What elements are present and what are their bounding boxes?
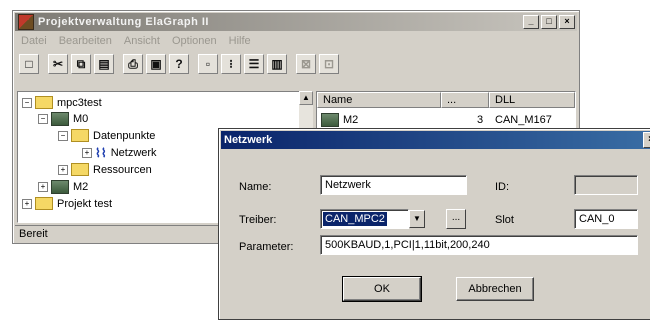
list-item-dll: CAN_M167 [495, 113, 552, 126]
print-button[interactable]: ⎙ [123, 54, 143, 74]
treiber-value: CAN_MPC2 [323, 212, 387, 226]
window-title: Projektverwaltung ElaGraph II [38, 16, 209, 28]
minimize-button[interactable]: _ [523, 15, 539, 29]
disabled-tool-2-icon: ⊡ [323, 57, 335, 71]
slot-field[interactable]: CAN_0 [574, 209, 638, 229]
menu-bar: Datei Bearbeiten Ansicht Optionen Hilfe [15, 33, 577, 49]
collapse-icon[interactable]: − [58, 130, 68, 141]
print-icon: ⎙ [128, 56, 138, 71]
help-icon: ? [175, 57, 183, 71]
copy-icon: ⧉ [76, 56, 86, 71]
large-icons-view-icon: ▫ [205, 57, 211, 71]
column-header-name[interactable]: Name [317, 92, 441, 108]
tree-item-mpc3test[interactable]: − mpc3test [22, 95, 102, 110]
treiber-label: Treiber: [239, 214, 277, 226]
tree-item-ressourcen[interactable]: + Ressourcen [58, 162, 152, 177]
maximize-button[interactable]: □ [541, 15, 557, 29]
status-text: Bereit [19, 228, 48, 240]
tree-item-label: Projekt test [57, 197, 113, 210]
app-icon [18, 14, 34, 30]
menu-hilfe[interactable]: Hilfe [229, 35, 251, 47]
column-header-dll[interactable]: DLL [489, 92, 575, 108]
browse-button[interactable]: ... [446, 209, 466, 229]
print-preview-icon: ▣ [150, 57, 162, 71]
column-header-count[interactable]: ... [441, 92, 489, 108]
list-item-name: M2 [343, 113, 359, 126]
dialog-title: Netzwerk [224, 134, 273, 146]
new-icon: □ [25, 57, 33, 71]
list-view-button[interactable]: ☰ [244, 54, 264, 74]
tree-item-label: Netzwerk [110, 146, 157, 159]
parameter-label: Parameter: [239, 241, 294, 253]
list-view-icon: ☰ [248, 57, 260, 71]
disabled-tool-2-button: ⊡ [319, 54, 339, 74]
tree-item-label: Datenpunkte [93, 129, 156, 142]
help-button[interactable]: ? [169, 54, 189, 74]
tree-item-netzwerk[interactable]: + ⌇⌇ Netzwerk [82, 145, 157, 160]
tree-item-datenpunkte[interactable]: − Datenpunkte [58, 128, 155, 143]
ok-button[interactable]: OK [342, 276, 422, 302]
toolbar: □ ✂ ⧉ ▤ ⎙ ▣ ? ▫ ⁝ ☰ ▥ ⊠ ⊡ [15, 51, 577, 77]
large-icons-view-button[interactable]: ▫ [198, 54, 218, 74]
id-field[interactable] [574, 175, 638, 195]
tree-item-m0[interactable]: − M0 [38, 111, 88, 126]
main-title-bar[interactable]: Projektverwaltung ElaGraph II _ □ × [15, 13, 577, 31]
scroll-up-icon[interactable]: ▲ [299, 91, 313, 105]
copy-button[interactable]: ⧉ [71, 54, 91, 74]
menu-optionen[interactable]: Optionen [172, 35, 217, 47]
tree-item-m2[interactable]: + M2 [38, 179, 88, 194]
list-item-count: 3 [477, 113, 484, 126]
tree-item-label: mpc3test [57, 96, 102, 109]
disabled-tool-1-button: ⊠ [296, 54, 316, 74]
tree-item-projekt-test[interactable]: + Projekt test [22, 196, 112, 211]
menu-datei[interactable]: Datei [21, 35, 47, 47]
parameter-field[interactable]: 500KBAUD,1,PCI|1,11bit,200,240 [320, 235, 638, 255]
disabled-tool-1-icon: ⊠ [300, 57, 312, 71]
menu-ansicht[interactable]: Ansicht [124, 35, 160, 47]
new-button[interactable]: □ [19, 54, 39, 74]
chevron-down-icon[interactable]: ▼ [409, 210, 425, 228]
small-icons-view-icon: ⁝ [229, 57, 233, 71]
folder-icon [35, 96, 53, 109]
paste-button[interactable]: ▤ [94, 54, 114, 74]
print-preview-button[interactable]: ▣ [146, 54, 166, 74]
list-item[interactable]: M2 [321, 112, 358, 127]
cut-icon: ✂ [52, 57, 64, 71]
computer-icon [51, 179, 69, 194]
dialog-title-bar[interactable]: Netzwerk × [221, 131, 650, 149]
details-view-icon: ▥ [271, 57, 283, 71]
cut-button[interactable]: ✂ [48, 54, 68, 74]
tree-item-label: M2 [73, 180, 89, 193]
id-label: ID: [495, 181, 510, 193]
collapse-icon[interactable]: − [38, 113, 48, 124]
netzwerk-dialog: Netzwerk × Name: Netzwerk ID: Treiber: C… [218, 128, 650, 320]
expand-icon[interactable]: + [82, 147, 92, 158]
menu-bearbeiten[interactable]: Bearbeiten [59, 35, 112, 47]
folder-icon [71, 129, 89, 142]
cancel-button[interactable]: Abbrechen [456, 277, 534, 301]
treiber-select[interactable]: CAN_MPC2 ▼ [320, 209, 425, 229]
dialog-close-button[interactable]: × [643, 132, 650, 148]
expand-icon[interactable]: + [38, 181, 48, 192]
slot-label: Slot [495, 214, 514, 226]
folder-icon [71, 163, 89, 176]
small-icons-view-button[interactable]: ⁝ [221, 54, 241, 74]
name-field[interactable]: Netzwerk [320, 175, 467, 195]
expand-icon[interactable]: + [58, 164, 68, 175]
computer-icon [51, 111, 69, 126]
computer-icon [321, 112, 339, 127]
expand-icon[interactable]: + [22, 198, 32, 209]
close-button[interactable]: × [559, 15, 575, 29]
collapse-icon[interactable]: − [22, 97, 32, 108]
name-label: Name: [239, 181, 272, 193]
network-icon: ⌇⌇ [95, 145, 107, 160]
paste-icon: ▤ [98, 57, 110, 71]
tree-item-label: M0 [73, 112, 89, 125]
details-view-button[interactable]: ▥ [267, 54, 287, 74]
folder-icon [35, 197, 53, 210]
tree-item-label: Ressourcen [93, 163, 152, 176]
